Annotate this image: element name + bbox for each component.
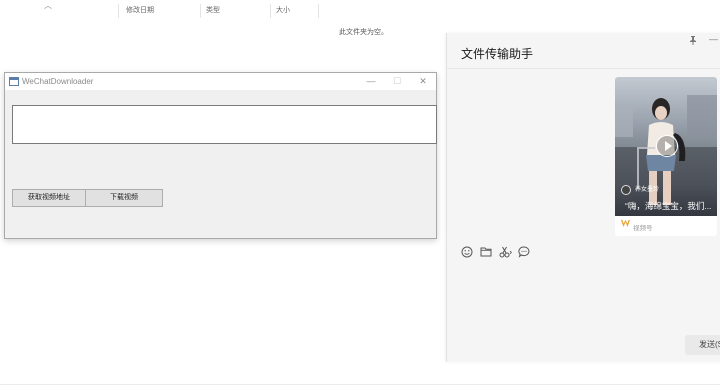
video-author-name: 养女墨玲 <box>635 187 660 193</box>
download-video-button[interactable]: 下载视频 <box>85 189 163 207</box>
column-separator <box>318 4 319 18</box>
video-url-input[interactable] <box>12 105 437 144</box>
video-message-card[interactable]: 养女墨玲 “嗨，海绵宝宝，我们... 视频号 <box>615 77 717 236</box>
app-window-icon <box>9 77 19 86</box>
pin-icon[interactable] <box>689 36 697 47</box>
column-header-modified-date[interactable]: 修改日期 <box>126 4 154 18</box>
column-separator <box>270 4 271 18</box>
channels-icon <box>621 220 630 229</box>
minimize-panel-icon[interactable]: — <box>709 34 718 44</box>
column-separator <box>118 4 119 18</box>
chat-history-icon[interactable] <box>518 246 532 260</box>
column-separator <box>200 4 201 18</box>
column-header-size[interactable]: 大小 <box>276 4 290 18</box>
screen: ︿ 修改日期 类型 大小 此文件夹为空。 WeChatDownloader — … <box>0 0 720 387</box>
file-transfer-chat-panel: 文件传输助手 — 养女墨玲 “嗨，海绵宝宝，我们... 视频号 发送( <box>446 33 720 362</box>
video-thumbnail: 养女墨玲 “嗨，海绵宝宝，我们... <box>615 77 717 216</box>
channels-label: 视频号 <box>633 225 653 232</box>
header-divider <box>447 68 720 69</box>
empty-folder-message: 此文件夹为空。 <box>339 29 388 36</box>
folder-icon[interactable] <box>480 246 494 260</box>
send-button[interactable]: 发送(S) <box>685 335 720 355</box>
card-footer: 视频号 <box>615 216 717 236</box>
divider <box>0 384 720 385</box>
sort-caret-icon[interactable]: ︿ <box>44 0 52 11</box>
window-title: WeChatDownloader <box>22 77 94 86</box>
close-button[interactable]: ✕ <box>410 74 436 89</box>
author-avatar <box>621 185 631 195</box>
wechat-downloader-window: WeChatDownloader — ☐ ✕ 获取视频地址 下载视频 <box>4 72 437 239</box>
video-caption: “嗨，海绵宝宝，我们... <box>625 201 712 211</box>
emoji-icon[interactable] <box>461 246 475 260</box>
scissors-icon[interactable] <box>499 246 513 260</box>
maximize-button[interactable]: ☐ <box>384 74 410 89</box>
minimize-button[interactable]: — <box>358 74 384 89</box>
play-icon[interactable] <box>656 135 678 157</box>
chat-title: 文件传输助手 <box>461 47 534 61</box>
get-video-url-button[interactable]: 获取视频地址 <box>12 189 86 207</box>
column-header-type[interactable]: 类型 <box>206 4 220 18</box>
title-bar[interactable]: WeChatDownloader — ☐ ✕ <box>5 73 436 90</box>
